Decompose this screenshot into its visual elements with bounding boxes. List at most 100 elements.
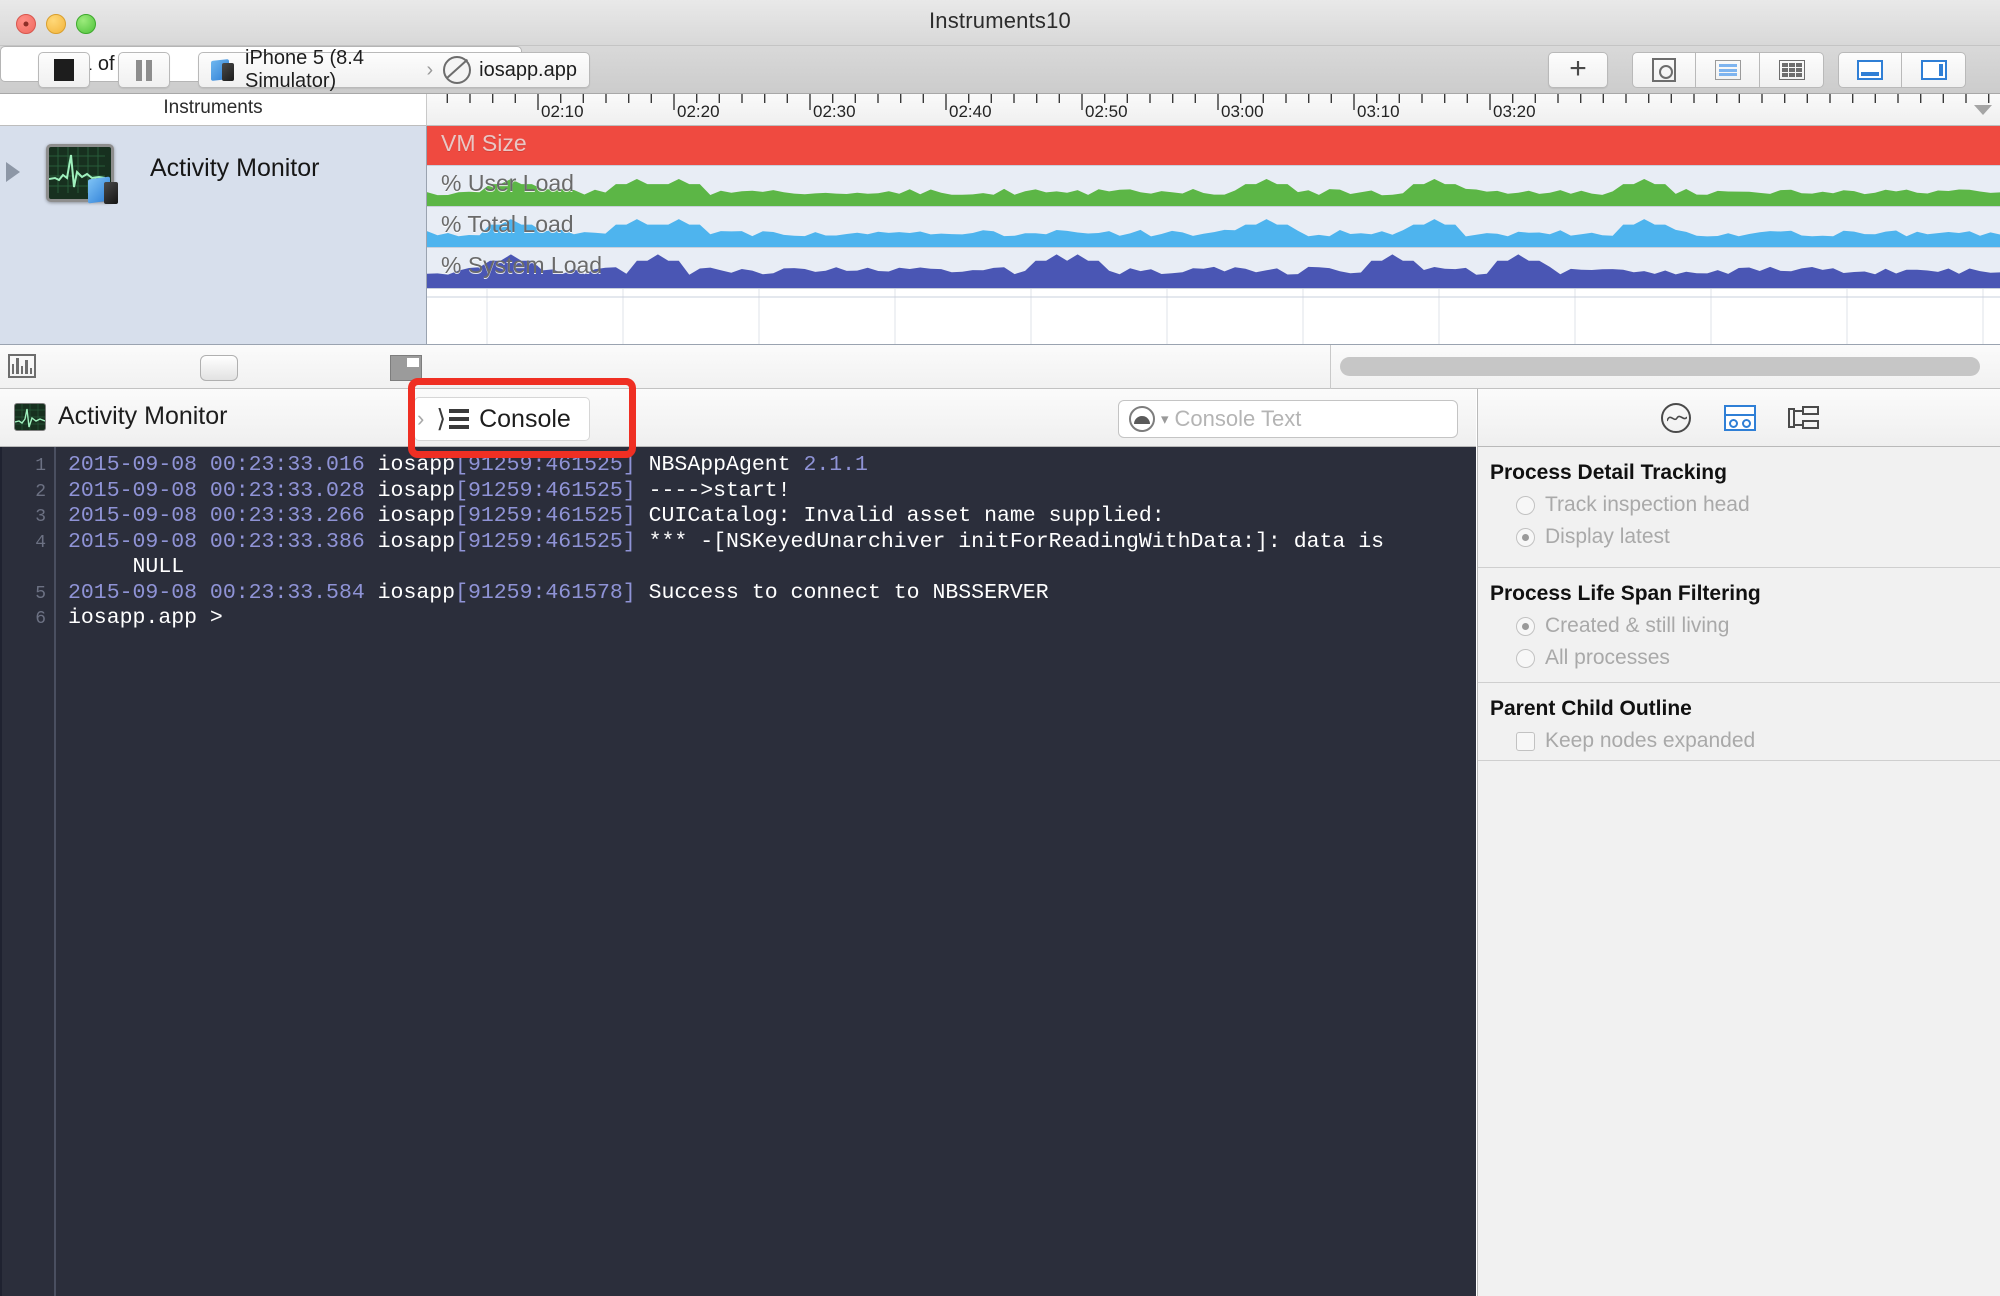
console-search-field[interactable]: ▾ Console Text [1118, 400, 1458, 438]
console-log-line: 2015-09-08 00:23:33.028 iosapp[91259:461… [68, 479, 1468, 505]
radio-icon[interactable] [1516, 495, 1535, 515]
pause-button[interactable] [118, 52, 170, 88]
breadcrumb-console-button[interactable]: › ⟩ Console [414, 397, 590, 441]
display-settings-button[interactable] [1723, 401, 1757, 435]
ruler-tick-label: 02:20 [677, 102, 720, 121]
radio-icon[interactable] [1516, 648, 1535, 668]
graph-label-total-load: % Total Load [441, 211, 574, 237]
inspector-panel: Process Detail Tracking Track inspection… [1477, 389, 2000, 1296]
option-label: Display latest [1545, 525, 1670, 548]
target-selector[interactable]: iPhone 5 (8.4 Simulator) › iosapp.app [198, 47, 590, 92]
graph-label-system-load: % System Load [441, 252, 603, 278]
bottom-panel-icon [1857, 60, 1883, 80]
ruler-tick-label: 03:00 [1221, 102, 1264, 121]
toggle-bottom-panel-button[interactable] [1838, 52, 1902, 88]
extended-detail-button[interactable] [1787, 401, 1821, 435]
chevron-down-icon[interactable]: ▾ [1161, 410, 1169, 428]
console-line-number: 1 [35, 456, 46, 476]
graph-row-user-load[interactable]: % User Load [427, 166, 2000, 206]
log-version: 2.1.1 [803, 453, 868, 477]
log-pid: [91259:461525] [455, 478, 636, 503]
device-icon [211, 58, 237, 82]
scrollbar-thumb[interactable] [1340, 357, 1980, 376]
console-line-number: 5 [35, 583, 46, 604]
section-parent-child-outline: Parent Child Outline Keep nodes expanded [1478, 683, 2000, 761]
instrument-settings-button[interactable] [1632, 52, 1696, 88]
title-bar: Instruments10 [0, 0, 2000, 46]
log-pid: [91259:461525] [455, 504, 636, 528]
log-timestamp: 2015-09-08 00:23:33.386 [68, 529, 365, 554]
breadcrumb-console-label: Console [479, 404, 571, 433]
console-line-number: 3 [35, 507, 46, 527]
record-button[interactable] [38, 52, 90, 88]
track-list-pane: Activity Monitor [0, 126, 426, 345]
histogram-icon[interactable] [8, 354, 36, 378]
graph-row-vm-size[interactable]: VM Size [427, 126, 2000, 165]
add-instrument-button[interactable]: + [1548, 52, 1608, 88]
gear-icon [1652, 58, 1676, 82]
view-options-group [1632, 52, 1824, 88]
ruler-tick-label: 02:50 [1085, 102, 1128, 121]
section-process-detail-tracking: Process Detail Tracking Track inspection… [1478, 447, 2000, 568]
ruler-menu-arrow-icon[interactable] [1974, 105, 1992, 115]
log-timestamp: 2015-09-08 00:23:33.028 [68, 478, 365, 503]
radio-icon-selected[interactable] [1516, 616, 1535, 636]
console-icon: ⟩ [436, 404, 470, 434]
section-title: Process Life Span Filtering [1490, 582, 1761, 605]
filter-icon[interactable] [1129, 406, 1155, 432]
breadcrumb-separator-icon: › [417, 406, 425, 431]
option-label: All processes [1545, 646, 1670, 669]
console-log-line: 2015-09-08 00:23:33.584 iosapp[91259:461… [68, 581, 1468, 607]
option-all-processes[interactable]: All processes [1516, 646, 2000, 670]
option-label: Keep nodes expanded [1545, 729, 1756, 752]
graph-row-system-load[interactable]: % System Load [427, 248, 2000, 288]
console-log-line: 2015-09-08 00:23:33.016 iosapp[91259:461… [68, 453, 1468, 479]
log-process: iosapp [377, 580, 456, 605]
app-icon [443, 56, 472, 84]
checkbox-icon[interactable] [1516, 731, 1535, 751]
timeline-horizontal-scrollbar[interactable] [1340, 357, 1980, 376]
snapshot-icon[interactable] [390, 355, 422, 381]
timeline-ruler[interactable]: 02:10 02:20 02:30 02:40 02:50 03:00 03:10 03:20 [426, 94, 2000, 126]
option-created-still-living[interactable]: Created & still living [1516, 614, 2000, 638]
option-label: Created & still living [1545, 614, 1730, 637]
log-process: iosapp [377, 478, 456, 503]
console-log-line: 2015-09-08 00:23:33.266 iosapp[91259:461… [68, 504, 1468, 530]
option-track-inspection-head[interactable]: Track inspection head [1516, 493, 2000, 517]
option-display-latest[interactable]: Display latest [1516, 525, 2000, 549]
disclosure-triangle-icon[interactable] [6, 162, 20, 182]
main-toolbar: iPhone 5 (8.4 Simulator) › iosapp.app Ru… [0, 46, 2000, 94]
log-timestamp: 2015-09-08 00:23:33.016 [68, 453, 365, 477]
breadcrumb-activity-monitor[interactable]: Activity Monitor [14, 402, 227, 431]
graph-row-total-load[interactable]: % Total Load [427, 207, 2000, 247]
log-pid: [91259:461525] [455, 529, 636, 554]
ruler-tick-label: 02:10 [541, 102, 584, 121]
console-line-number: 2 [35, 481, 46, 502]
log-timestamp: 2015-09-08 00:23:33.584 [68, 580, 365, 605]
right-panel-icon [1920, 60, 1947, 80]
track-size-slider[interactable] [200, 355, 238, 381]
section-title: Parent Child Outline [1490, 697, 1692, 720]
ruler-tick-label: 03:20 [1493, 102, 1536, 121]
display-settings-icon [1723, 404, 1756, 431]
pause-icon [136, 59, 152, 81]
activity-monitor-small-icon [14, 402, 46, 431]
radio-icon-selected[interactable] [1516, 527, 1535, 547]
record-settings-button[interactable] [1659, 401, 1693, 435]
console-line-number-gutter: 1 2 3 4 5 6 [0, 447, 56, 1296]
track-options-bar [0, 345, 2000, 389]
console-log-lines: 2015-09-08 00:23:33.016 iosapp[91259:461… [68, 453, 1468, 632]
inspector-toolbar [1478, 389, 2000, 447]
toggle-right-panel-button[interactable] [1902, 52, 1966, 88]
console-line-number: 4 [35, 532, 46, 553]
instruments-window: Instruments10 iPhone 5 (8.4 Simulator) ›… [0, 0, 2000, 1296]
grid-view-button[interactable] [1760, 52, 1824, 88]
grid-view-icon [1778, 60, 1805, 80]
log-pid: [91259:461578] [455, 580, 636, 605]
list-view-button[interactable] [1696, 52, 1760, 88]
console-output-area[interactable]: 123456 2015-09-08 00:23:33.016 iosapp[91… [0, 447, 1476, 1296]
track-graph-pane[interactable]: VM Size % User Load % Total Load % Syste… [426, 126, 2000, 345]
option-keep-nodes-expanded[interactable]: Keep nodes expanded [1516, 729, 2000, 753]
breadcrumb-separator-icon: › [426, 58, 434, 81]
console-log-line: iosapp.app > [68, 606, 1468, 632]
